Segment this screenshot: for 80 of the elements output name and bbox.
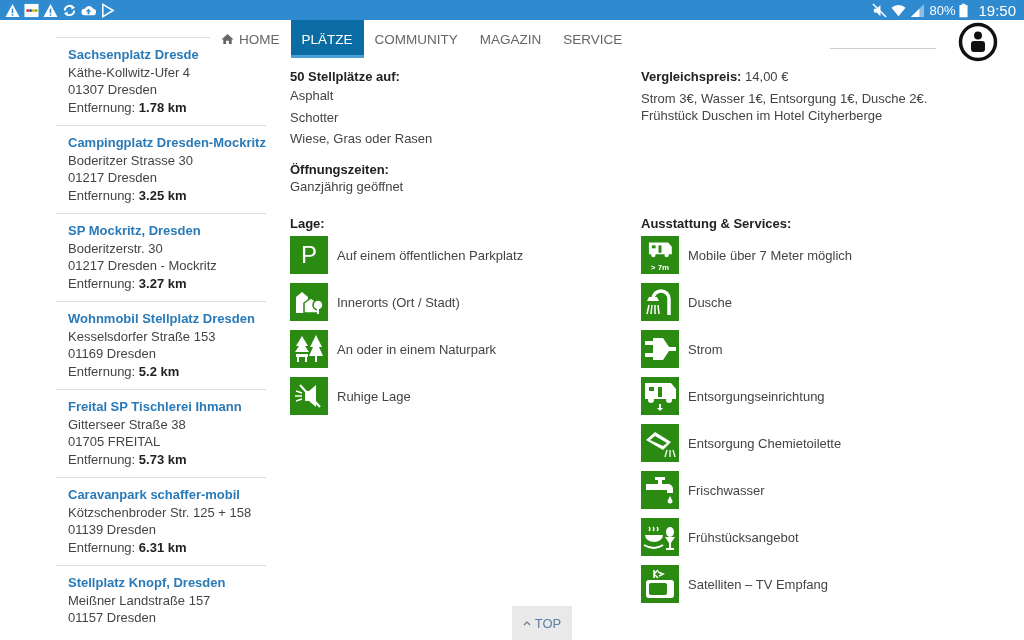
- section-heading: Ausstattung & Services:: [641, 215, 793, 232]
- nav-tab[interactable]: MAGAZIN: [468, 20, 553, 58]
- mute-icon: [872, 2, 888, 18]
- address-line: 01705 FREITAL: [68, 433, 162, 451]
- tv-icon: [641, 565, 679, 603]
- nav-tab[interactable]: HOME: [210, 20, 291, 58]
- feature-label: Entsorgung Chemietoilette: [688, 435, 842, 451]
- surface-text: Schotter: [290, 108, 340, 127]
- distance-text: Entfernung: 6.31 km: [68, 538, 188, 556]
- battery-icon: [959, 2, 969, 18]
- distance-text: Entfernung: 5.73 km: [68, 450, 188, 468]
- address-line: 01139 Dresden: [68, 521, 157, 539]
- nav-tab[interactable]: COMMUNITY: [363, 20, 469, 58]
- parking-icon: P: [290, 236, 328, 274]
- feature-label: Dusche: [688, 294, 733, 310]
- place-link[interactable]: Campingplatz Dresden-Mockritz: [68, 134, 266, 152]
- app-icon: [24, 2, 39, 18]
- breakfast-icon: [641, 518, 679, 556]
- address-line: 01217 Dresden - Mockritz: [68, 257, 218, 275]
- address-line: 01307 Dresden: [68, 81, 158, 99]
- address-line: Gitterseer Straße 38: [68, 415, 187, 433]
- section-heading: Lage:: [290, 215, 326, 232]
- feature-label: Ruhige Lage: [337, 388, 411, 404]
- hours-text: Ganzjährig geöffnet: [290, 177, 405, 195]
- toilet-cassette-icon: [641, 424, 679, 462]
- play-icon: [100, 2, 115, 18]
- distance-text: Entfernung: 1.78 km: [68, 98, 188, 116]
- place-link[interactable]: SP Mockritz, Dresden: [68, 222, 201, 240]
- clock: 19:50: [978, 1, 1016, 19]
- section-heading: 50 Stellplätze auf:: [290, 68, 401, 85]
- place-link[interactable]: Wohnmobil Stellplatz Dresden: [68, 310, 255, 328]
- surface-text: Asphalt: [290, 87, 335, 105]
- feature-label: Satelliten – TV Empfang: [688, 576, 828, 592]
- address-line: Meißner Landstraße 157: [68, 591, 212, 609]
- place-link[interactable]: Caravanpark schaffer-mobil: [68, 486, 240, 504]
- signal-icon: [910, 2, 926, 18]
- distance-text: Entfernung: 5.2 km: [68, 362, 181, 380]
- distance-text: Entfernung: 3.25 km: [68, 186, 188, 204]
- surface-text: Wiese, Gras oder Rasen: [290, 130, 434, 148]
- nav-tab[interactable]: PLÄTZE: [290, 20, 364, 58]
- feature-label: Auf einem öffentlichen Parkplatz: [337, 247, 524, 263]
- feature-label: An oder in einem Naturpark: [337, 341, 496, 357]
- plug-icon: [641, 330, 679, 368]
- feature-label: Mobile über 7 Meter möglich: [688, 247, 853, 263]
- feature-label: Innerorts (Ort / Stadt): [337, 294, 460, 310]
- sync-icon: [62, 2, 77, 18]
- camper-icon: > 7m: [641, 236, 679, 274]
- address-line: 01169 Dresden: [68, 345, 157, 363]
- back-to-top-button[interactable]: TOP: [512, 606, 572, 640]
- account-icon[interactable]: [958, 22, 998, 62]
- address-line: 01217 Dresden: [68, 169, 158, 187]
- feature-label: Frischwasser: [688, 482, 765, 498]
- address-line: Käthe-Kollwitz-Ufer 4: [68, 63, 192, 81]
- home-icon: [221, 33, 234, 45]
- feature-label: Frühstücksangebot: [688, 529, 799, 545]
- address-line: Kesselsdorfer Straße 153: [68, 327, 217, 345]
- price-note: Strom 3€, Wasser 1€, Entsorgung 1€, Dusche 2€.: [641, 89, 929, 107]
- nav-tab[interactable]: SERVICE: [552, 20, 634, 58]
- address-line: 01157 Dresden: [68, 609, 157, 627]
- battery-percentage: 80%: [929, 2, 956, 18]
- price-text: Vergleichspreis: 14,00 €: [641, 68, 790, 86]
- feature-label: Strom: [688, 341, 723, 357]
- muted-speaker-icon: [290, 377, 328, 415]
- feature-label: Entsorgungseinrichtung: [688, 388, 825, 404]
- place-link[interactable]: Sachsenplatz Dresde: [68, 46, 199, 64]
- place-link[interactable]: Freital SP Tischlerei Ihmann: [68, 398, 242, 416]
- trees-icon: [290, 330, 328, 368]
- address-line: Kötzschenbroder Str. 125 + 158: [68, 503, 253, 521]
- section-heading: Öffnungszeiten:: [290, 160, 390, 178]
- price-note: Frühstück Duschen im Hotel Cityherberge: [641, 107, 884, 125]
- camper-drain-icon: [641, 377, 679, 415]
- place-link[interactable]: Stellplatz Knopf, Dresden: [68, 574, 226, 592]
- address-line: Boderitzerstr. 30: [68, 239, 164, 257]
- address-line: Boderitzer Strasse 30: [68, 151, 194, 169]
- tap-icon: [641, 471, 679, 509]
- town-icon: [290, 283, 328, 321]
- caret-icon: [522, 620, 531, 626]
- wifi-icon: [891, 2, 907, 18]
- shower-icon: [641, 283, 679, 321]
- distance-text: Entfernung: 3.27 km: [68, 274, 188, 292]
